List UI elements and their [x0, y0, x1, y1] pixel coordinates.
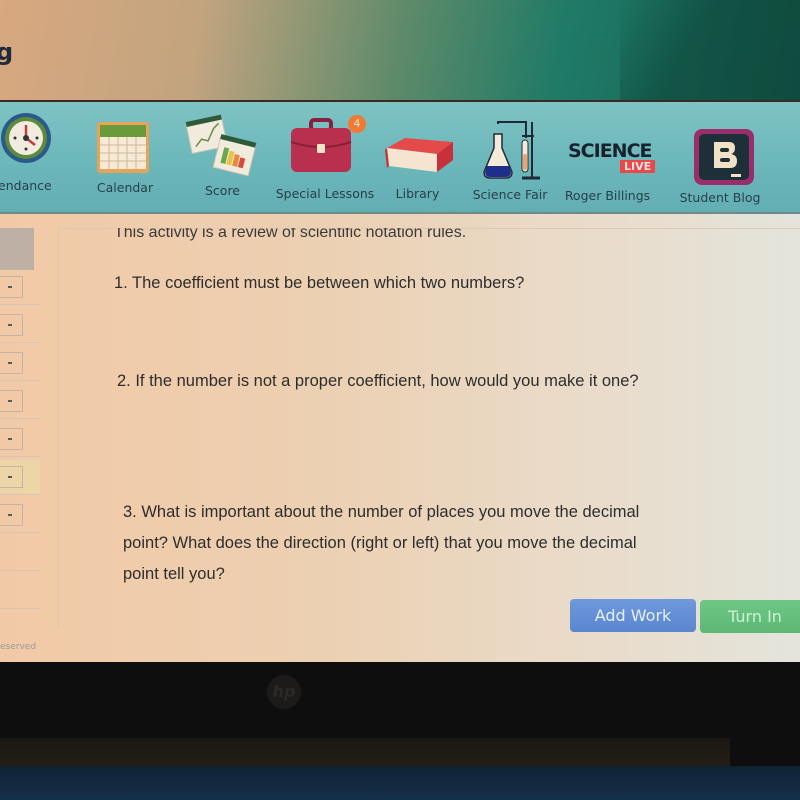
intro-text: This activity is a review of scientific … [114, 228, 467, 241]
nav-label: Calendar [96, 180, 154, 195]
calendar-icon [97, 122, 149, 173]
sidebar-item-5[interactable] [0, 422, 40, 457]
nav-label: ttendance [0, 178, 52, 193]
sidebar-item-4[interactable] [0, 384, 40, 419]
sidebar-item-6[interactable] [0, 460, 40, 495]
answer-box [0, 504, 23, 526]
sidebar-header-block [0, 228, 34, 270]
question-sidebar [0, 214, 58, 650]
nav-item-student-blog[interactable]: Student Blog [670, 102, 770, 212]
header-shade [620, 0, 800, 100]
question-2: 2. If the number is not a proper coeffic… [117, 372, 639, 390]
answer-box [0, 352, 23, 374]
sidebar-item-9[interactable] [0, 574, 40, 609]
screen: g ttendance [0, 0, 800, 662]
sidebar-item-2[interactable] [0, 308, 40, 343]
hp-logo-icon: hp [267, 675, 301, 709]
clock-icon [1, 113, 51, 163]
laptop-deck [0, 766, 800, 800]
nav-toolbar: ttendance Calendar [0, 102, 800, 214]
science-live-text: SCIENCE [568, 140, 653, 162]
nav-label: Science Fair [472, 187, 548, 202]
sidebar-item-8[interactable] [0, 536, 40, 571]
nav-item-special-lessons[interactable]: 4 Special Lessons [270, 102, 380, 212]
science-live-logo: SCIENCE LIVE [568, 140, 658, 180]
app-logo: g [0, 38, 14, 66]
question-3-line: 3. What is important about the number of… [123, 503, 640, 521]
answer-box [0, 314, 23, 336]
nav-item-calendar[interactable]: Calendar [75, 102, 175, 212]
nav-label: Score [204, 183, 240, 198]
book-icon [385, 138, 453, 172]
activity-content: This activity is a review of scientific … [0, 214, 800, 662]
footer-copyright: eserved [0, 642, 37, 652]
activity-intro: This activity is a review of scientific … [114, 228, 466, 244]
answer-box [0, 428, 23, 450]
sidebar-item-3[interactable] [0, 346, 40, 381]
nav-item-roger-billings[interactable]: SCIENCE LIVE Roger Billings [560, 102, 658, 212]
briefcase-icon [290, 118, 352, 172]
lab-flask-icon [483, 121, 540, 180]
answer-box [0, 390, 23, 412]
nav-item-attendance[interactable]: ttendance [0, 102, 70, 212]
nav-label: Student Blog [679, 190, 761, 205]
nav-item-science-fair[interactable]: Science Fair [470, 102, 550, 212]
nav-label: Special Lessons [275, 186, 375, 201]
nav-item-score[interactable]: Score [175, 102, 270, 212]
nav-item-library[interactable]: Library [380, 102, 455, 212]
turn-in-button[interactable]: Turn In [700, 600, 800, 633]
header-bar: g [0, 0, 800, 102]
nav-label: Roger Billings [564, 188, 651, 203]
question-3-line: point tell you? [123, 565, 225, 583]
sidebar-item-1[interactable] [0, 270, 40, 305]
sidebar-item-7[interactable] [0, 498, 40, 533]
answer-box [0, 276, 23, 298]
add-work-button[interactable]: Add Work [570, 599, 696, 632]
question-3-line: point? What does the direction (right or… [123, 534, 637, 552]
question-1: 1. The coefficient must be between which… [114, 274, 525, 292]
question-3: 3. What is important about the number of… [123, 497, 639, 590]
special-lessons-badge: 4 [348, 115, 366, 133]
nav-label: Library [395, 186, 440, 201]
laptop-hinge [0, 738, 730, 766]
live-badge: LIVE [620, 160, 656, 173]
answer-box [0, 466, 23, 488]
blogger-icon [694, 129, 754, 185]
score-chart-icon [185, 114, 257, 177]
